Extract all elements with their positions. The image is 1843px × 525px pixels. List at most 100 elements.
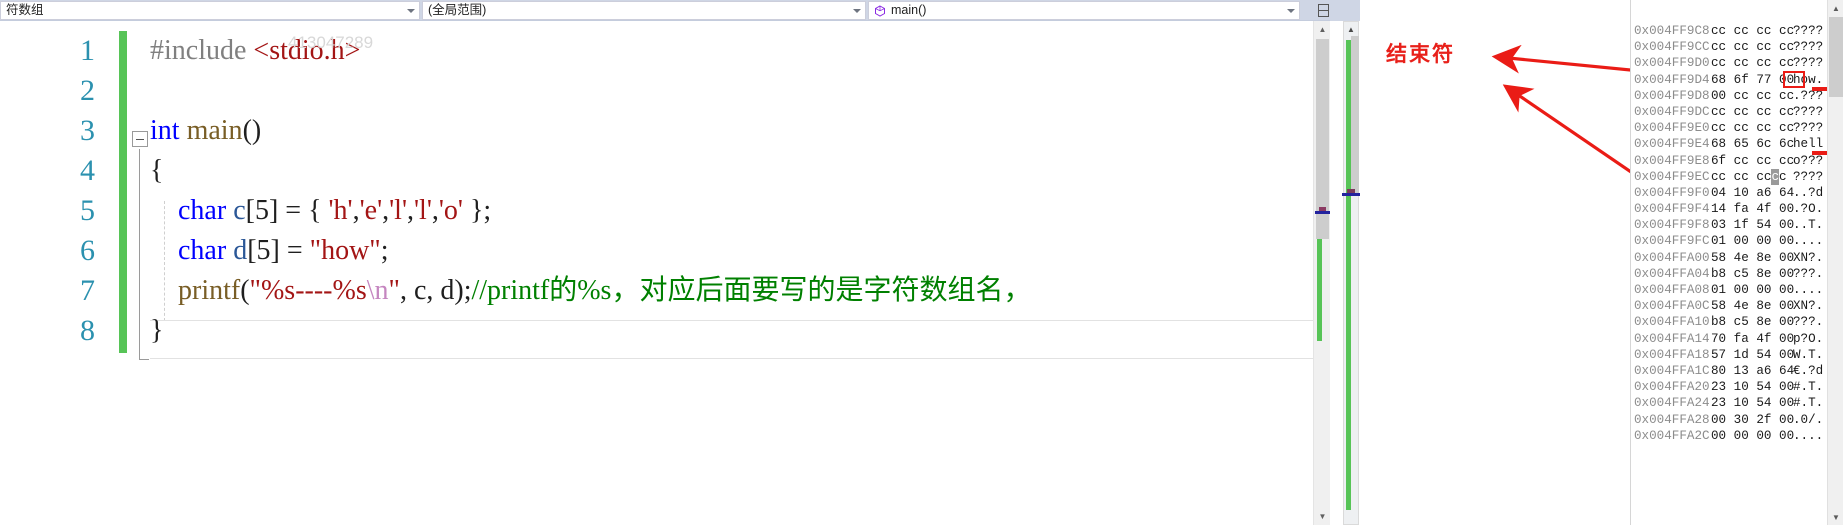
memory-row[interactable]: 0x004FF9D4 68 6f 77 00 how.	[1631, 72, 1823, 88]
code-token-punct: [	[247, 235, 257, 266]
memory-row[interactable]: 0x004FFA1C 80 13 a6 64 €.?d	[1631, 363, 1823, 379]
memory-row[interactable]: 0x004FF9EC cc cc cccc????	[1631, 168, 1823, 185]
code-line[interactable]: {	[150, 151, 1031, 191]
memory-bytes: cc cc cc cc	[1711, 104, 1795, 119]
memory-bytes: 58 4e 8e 00	[1711, 250, 1795, 265]
code-token-preprocessor: #include	[150, 35, 254, 66]
memory-row[interactable]: 0x004FFA2C 00 00 00 00....	[1631, 428, 1823, 444]
memory-row[interactable]: 0x004FFA00 58 4e 8e 00 XN?.	[1631, 250, 1823, 266]
memory-bytes: 23 10 54 00	[1711, 396, 1795, 411]
change-indicator-bar	[119, 31, 127, 353]
memory-bytes: 57 1d 54 00	[1711, 347, 1795, 362]
memory-ascii: how.	[1793, 72, 1824, 87]
code-token-function: printf	[178, 275, 241, 306]
split-window-icon[interactable]	[1316, 0, 1330, 21]
code-text[interactable]: #include <stdio.h> int main() { char c[5] …	[150, 31, 1031, 351]
memory-row[interactable]: 0x004FFA28 00 30 2f 00.0/.	[1631, 412, 1823, 428]
memory-row[interactable]: 0x004FF9F4 14 fa 4f 00 .?O.	[1631, 201, 1823, 217]
code-token-punct: ,	[352, 195, 360, 226]
code-line[interactable]: printf("%s----%s\n", c, d);//printf的%s，对…	[150, 271, 1031, 311]
memory-row[interactable]: 0x004FF9C8 cc cc cc cc????	[1631, 23, 1823, 39]
code-token-string: 'l'	[414, 195, 432, 226]
memory-row[interactable]: 0x004FF9F0 04 10 a6 64 ..?d	[1631, 185, 1823, 201]
scroll-down-icon[interactable]: ▼	[1314, 508, 1330, 525]
secondary-scrollbar-position-mark	[1342, 193, 1360, 196]
memory-row[interactable]: 0x004FF9D8 00 cc cc cc.???	[1631, 88, 1823, 104]
memory-bytes: 01 00 00 00	[1711, 234, 1795, 249]
function-dropdown[interactable]: main()	[868, 1, 1300, 20]
memory-bytes: 00 cc cc cc	[1711, 88, 1795, 103]
collapse-region-toggle[interactable]	[132, 131, 148, 147]
memory-address: 0x004FFA18	[1634, 347, 1710, 362]
code-line[interactable]: int main()	[150, 111, 1031, 151]
memory-ascii: XN?.	[1793, 299, 1824, 314]
code-line[interactable]: char d[5] = "how";	[150, 231, 1031, 271]
memory-scrollbar-thumb[interactable]	[1829, 17, 1843, 97]
code-line[interactable]	[150, 71, 1031, 111]
memory-bytes: cc cc cc cc	[1711, 56, 1795, 71]
memory-address: 0x004FF9E8	[1634, 153, 1710, 168]
memory-ascii: ..?d	[1793, 185, 1824, 200]
memory-row[interactable]: 0x004FF9E0 cc cc cc cc????	[1631, 120, 1823, 136]
memory-window[interactable]: 0x004FF9C8 cc cc cc cc???? 0x004FF9CC cc cc…	[1630, 0, 1843, 525]
memory-row[interactable]: 0x004FF9FC 01 00 00 00....	[1631, 233, 1823, 249]
memory-row[interactable]: 0x004FFA24 23 10 54 00 #.T.	[1631, 395, 1823, 411]
code-editor[interactable]: 1 2 3 4 5 6 7 8 #include <stdio.h> int main() { c…	[0, 21, 1330, 525]
memory-address: 0x004FF9F4	[1634, 202, 1710, 217]
memory-bytes: 58 4e 8e 00	[1711, 299, 1795, 314]
code-token-punct: }	[150, 315, 164, 346]
memory-ascii: €.?d	[1793, 363, 1824, 378]
memory-row[interactable]: 0x004FFA0C 58 4e 8e 00 XN?.	[1631, 298, 1823, 314]
memory-row[interactable]: 0x004FFA20 23 10 54 00 #.T.	[1631, 379, 1823, 395]
memory-ascii: #.T.	[1793, 396, 1824, 411]
memory-ascii: XN?.	[1793, 250, 1824, 265]
line-number: 6	[80, 234, 95, 267]
global-scope-dropdown[interactable]: (全局范围)	[422, 1, 866, 20]
code-token-string: 'h'	[328, 195, 353, 226]
secondary-scrollbar-thumb[interactable]	[1351, 36, 1359, 196]
code-line[interactable]: char c[5] = { 'h','e','l','l','o' };	[150, 191, 1031, 231]
outline-guide-end	[139, 359, 149, 360]
memory-ascii: ????	[1793, 24, 1824, 38]
memory-row[interactable]: 0x004FFA10 b8 c5 8e 00???.	[1631, 314, 1823, 330]
memory-row[interactable]: 0x004FF9E4 68 65 6c 6c hell	[1631, 136, 1823, 152]
memory-row[interactable]: 0x004FFA08 01 00 00 00....	[1631, 282, 1823, 298]
scope-dropdown[interactable]: 符数组	[0, 1, 420, 20]
memory-address: 0x004FF9EC	[1634, 169, 1710, 184]
memory-bytes: 04 10 a6 64	[1711, 185, 1795, 200]
scroll-down-icon[interactable]: ▼	[1828, 509, 1843, 525]
scroll-up-icon[interactable]: ▲	[1828, 0, 1843, 16]
scroll-up-icon[interactable]: ▲	[1314, 21, 1330, 38]
code-line[interactable]: #include <stdio.h>	[150, 31, 1031, 71]
memory-row[interactable]: 0x004FFA18 57 1d 54 00 W.T.	[1631, 347, 1823, 363]
line-number: 2	[80, 74, 95, 107]
annotation-label: 结束符	[1386, 42, 1455, 66]
code-token-punct: ]	[268, 195, 279, 226]
code-token-keyword: int	[150, 115, 180, 146]
memory-bytes: cc cc cc cc	[1711, 121, 1795, 136]
memory-address: 0x004FFA24	[1634, 396, 1710, 411]
scroll-up-icon[interactable]: ▲	[1344, 22, 1358, 36]
memory-row[interactable]: 0x004FF9CC cc cc cc cc????	[1631, 39, 1823, 55]
memory-row[interactable]: 0x004FF9E8 6f cc cc cc o???	[1631, 153, 1823, 169]
memory-ascii: ????	[1793, 56, 1824, 71]
code-token-punct: ;	[380, 235, 389, 266]
memory-bytes: cc cc cccc	[1711, 168, 1787, 185]
memory-ascii: ????	[1793, 40, 1824, 55]
code-line[interactable]: }	[150, 311, 1031, 351]
memory-ascii: .???	[1793, 88, 1824, 103]
memory-row[interactable]: 0x004FF9D0 cc cc cc cc????	[1631, 55, 1823, 71]
memory-ascii: ....	[1793, 428, 1824, 443]
memory-row[interactable]: 0x004FF9F8 03 1f 54 00 ..T.	[1631, 217, 1823, 233]
memory-vertical-scrollbar[interactable]: ▲ ▼	[1827, 0, 1843, 525]
editor-vertical-scrollbar[interactable]: ▲ ▼	[1313, 21, 1330, 525]
memory-row[interactable]: 0x004FFA04 b8 c5 8e 00???.	[1631, 266, 1823, 282]
code-token-punct: };	[462, 195, 492, 226]
scope-dropdown-value: 符数组	[6, 3, 44, 17]
memory-row[interactable]: 0x004FFA14 70 fa 4f 00 p?O.	[1631, 331, 1823, 347]
memory-row[interactable]: 0x004FF9DC cc cc cc cc????	[1631, 104, 1823, 120]
memory-address: 0x004FFA1C	[1634, 363, 1710, 378]
memory-bytes: 68 65 6c 6c	[1711, 137, 1795, 152]
